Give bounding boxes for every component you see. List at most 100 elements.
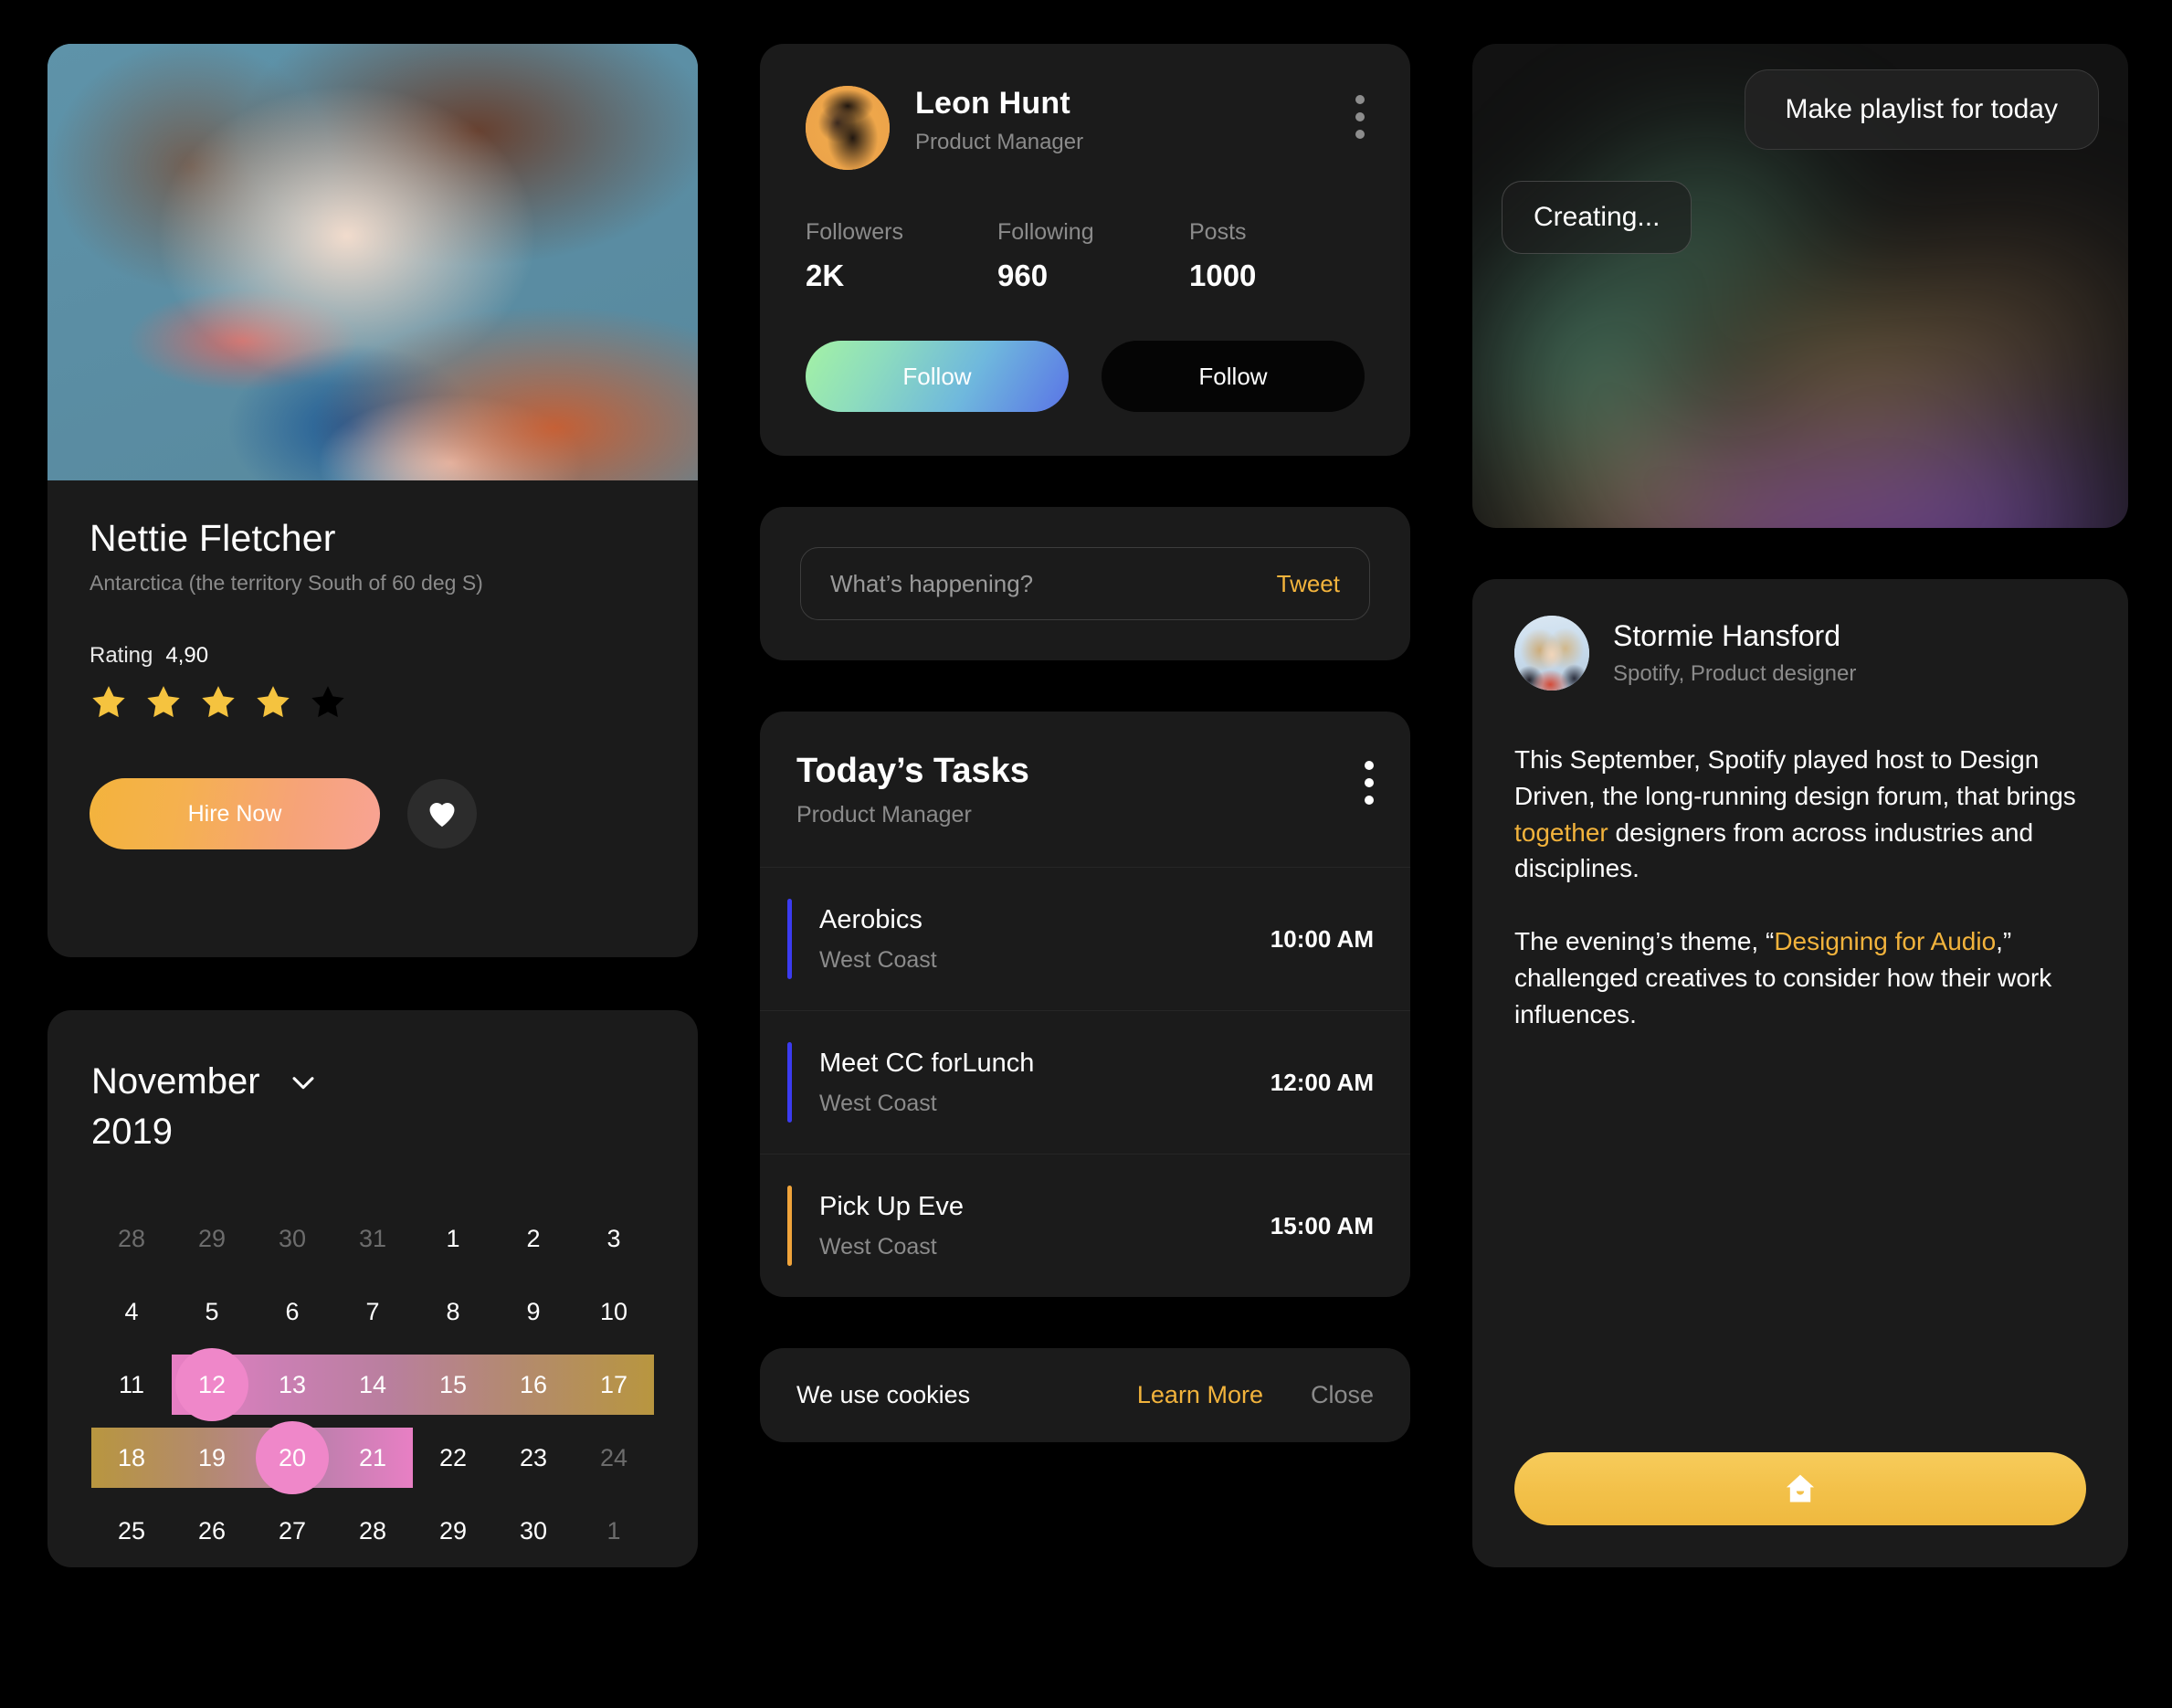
- calendar-day[interactable]: 31: [332, 1202, 413, 1275]
- calendar-day[interactable]: 17: [574, 1348, 654, 1421]
- avatar: [806, 86, 890, 170]
- article-paragraph-2: The evening’s theme, “Designing for Audi…: [1514, 923, 2086, 1032]
- calendar-day[interactable]: 13: [252, 1348, 332, 1421]
- calendar-day[interactable]: 15: [413, 1348, 493, 1421]
- stat-value: 2K: [806, 258, 845, 292]
- star-icon[interactable]: [199, 683, 237, 722]
- calendar-day-selected[interactable]: 20: [252, 1421, 332, 1494]
- calendar-week-row: 28 29 30 31 1 2 3: [91, 1202, 654, 1275]
- calendar-day[interactable]: 19: [172, 1421, 252, 1494]
- star-icon[interactable]: [90, 683, 128, 722]
- calendar-day[interactable]: 25: [91, 1494, 172, 1567]
- article-p1-highlight[interactable]: together: [1514, 818, 1608, 847]
- cookie-close-button[interactable]: Close: [1311, 1381, 1374, 1409]
- social-menu-button[interactable]: [1355, 86, 1365, 139]
- cookie-learn-more-button[interactable]: Learn More: [1137, 1381, 1263, 1409]
- task-accent-bar: [787, 1042, 792, 1123]
- task-details: Aerobics West Coast: [819, 905, 1271, 974]
- home-icon: [1786, 1474, 1815, 1502]
- profile-actions: Hire Now: [90, 778, 656, 849]
- stat-item[interactable]: Posts 1000: [1189, 219, 1256, 293]
- playlist-user-message[interactable]: Make playlist for today: [1744, 69, 2099, 150]
- calendar-day[interactable]: 22: [413, 1421, 493, 1494]
- calendar-day-selected[interactable]: 12: [172, 1348, 252, 1421]
- calendar-day[interactable]: 18: [91, 1421, 172, 1494]
- chevron-down-icon[interactable]: [288, 1067, 319, 1098]
- calendar-day[interactable]: 28: [91, 1202, 172, 1275]
- task-row[interactable]: Aerobics West Coast 10:00 AM: [760, 867, 1410, 1010]
- calendar-day[interactable]: 27: [252, 1494, 332, 1567]
- calendar-day[interactable]: 14: [332, 1348, 413, 1421]
- calendar-day[interactable]: 29: [413, 1494, 493, 1567]
- calendar-week-row: 18 19 20 21 22 23 24: [91, 1421, 654, 1494]
- calendar-day[interactable]: 23: [493, 1421, 574, 1494]
- calendar-day[interactable]: 30: [252, 1202, 332, 1275]
- heart-icon: [429, 802, 455, 828]
- social-header: Leon Hunt Product Manager: [806, 86, 1365, 170]
- article-home-button[interactable]: [1514, 1452, 2086, 1525]
- stat-label: Following: [997, 219, 1094, 245]
- right-column: Make playlist for today Creating... Stor…: [1472, 44, 2128, 1567]
- calendar-day[interactable]: 7: [332, 1275, 413, 1348]
- task-row[interactable]: Pick Up Eve West Coast 15:00 AM: [760, 1154, 1410, 1297]
- calendar-day[interactable]: 21: [332, 1421, 413, 1494]
- article-author-identity: Stormie Hansford Spotify, Product design…: [1613, 619, 1856, 687]
- task-row[interactable]: Meet CC forLunch West Coast 12:00 AM: [760, 1010, 1410, 1154]
- social-name: Leon Hunt: [915, 86, 1070, 121]
- left-column: Nettie Fletcher Antarctica (the territor…: [47, 44, 698, 1567]
- calendar-day[interactable]: 29: [172, 1202, 252, 1275]
- calendar-day[interactable]: 6: [252, 1275, 332, 1348]
- calendar-header[interactable]: November: [91, 1061, 654, 1102]
- favorite-button[interactable]: [407, 779, 477, 849]
- calendar-day[interactable]: 10: [574, 1275, 654, 1348]
- avatar: [1514, 616, 1589, 691]
- article-author-name: Stormie Hansford: [1613, 619, 1840, 652]
- calendar-day[interactable]: 26: [172, 1494, 252, 1567]
- calendar-day[interactable]: 8: [413, 1275, 493, 1348]
- tweet-submit-button[interactable]: Tweet: [1277, 570, 1340, 598]
- stat-label: Followers: [806, 219, 903, 245]
- profile-photo: [47, 44, 698, 480]
- calendar-day[interactable]: 30: [493, 1494, 574, 1567]
- calendar-day[interactable]: 11: [91, 1348, 172, 1421]
- calendar-day[interactable]: 4: [91, 1275, 172, 1348]
- calendar-day[interactable]: 1: [574, 1494, 654, 1567]
- profile-details: Nettie Fletcher Antarctica (the territor…: [47, 480, 698, 957]
- task-accent-bar: [787, 899, 792, 979]
- tasks-header: Today’s Tasks Product Manager: [760, 712, 1410, 867]
- calendar-day[interactable]: 28: [332, 1494, 413, 1567]
- calendar-day[interactable]: 1: [413, 1202, 493, 1275]
- calendar-day[interactable]: 16: [493, 1348, 574, 1421]
- article-p1-text-a: This September, Spotify played host to D…: [1514, 745, 2076, 810]
- stat-value: 1000: [1189, 258, 1257, 292]
- star-icon[interactable]: [254, 683, 292, 722]
- follow-secondary-button[interactable]: Follow: [1102, 341, 1365, 412]
- calendar-day[interactable]: 5: [172, 1275, 252, 1348]
- calendar-year: 2019: [91, 1112, 173, 1152]
- follow-primary-button[interactable]: Follow: [806, 341, 1069, 412]
- hire-now-button[interactable]: Hire Now: [90, 778, 380, 849]
- tweet-input[interactable]: [830, 569, 1262, 598]
- tweet-composer-card: Tweet: [760, 507, 1410, 660]
- calendar-day[interactable]: 9: [493, 1275, 574, 1348]
- cookie-banner: We use cookies Learn More Close: [760, 1348, 1410, 1442]
- stat-item[interactable]: Followers 2K: [806, 219, 997, 293]
- profile-location: Antarctica (the territory South of 60 de…: [90, 571, 483, 595]
- tasks-card: Today’s Tasks Product Manager Aerobics We…: [760, 712, 1410, 1297]
- article-p2-text-a: The evening’s theme, “: [1514, 927, 1775, 955]
- rating-stars[interactable]: [90, 683, 656, 722]
- calendar-day[interactable]: 24: [574, 1421, 654, 1494]
- tasks-menu-button[interactable]: [1365, 752, 1374, 805]
- star-icon[interactable]: [144, 683, 183, 722]
- cookie-actions: Learn More Close: [1137, 1381, 1374, 1409]
- task-name: Pick Up Eve: [819, 1191, 964, 1221]
- rating-row: Rating 4,90: [90, 643, 656, 669]
- calendar-day[interactable]: 3: [574, 1202, 654, 1275]
- stat-item[interactable]: Following 960: [997, 219, 1189, 293]
- playlist-chat: Make playlist for today Creating...: [1472, 44, 2128, 279]
- article-p2-highlight[interactable]: Designing for Audio: [1774, 927, 1996, 955]
- star-icon[interactable]: [309, 683, 347, 722]
- social-profile-card: Leon Hunt Product Manager Followers 2K Fol…: [760, 44, 1410, 456]
- calendar-day[interactable]: 2: [493, 1202, 574, 1275]
- social-identity: Leon Hunt Product Manager: [915, 86, 1083, 155]
